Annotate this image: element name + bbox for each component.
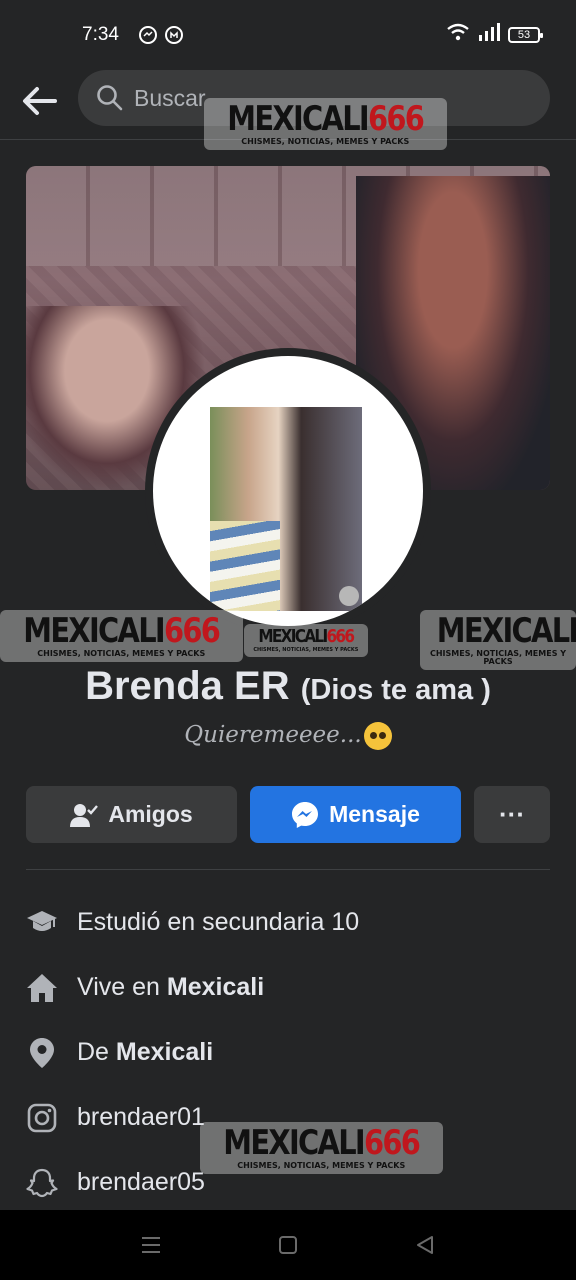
friends-label: Amigos (108, 801, 193, 827)
avatar (153, 356, 423, 626)
message-button[interactable]: Mensaje (250, 786, 461, 843)
status-time: 7:34 (82, 24, 119, 45)
graduation-cap-icon (26, 907, 58, 939)
menu-icon[interactable] (140, 1234, 162, 1261)
app-notification-icon (164, 26, 183, 44)
friends-check-icon (70, 803, 99, 827)
from-prefix: De (77, 1038, 116, 1066)
instagram-icon (26, 1102, 58, 1134)
divider (26, 869, 550, 870)
camera-icon[interactable] (339, 586, 359, 606)
detail-snapchat[interactable]: brendaer05 (26, 1150, 550, 1215)
profile-bio: Quieremeeee... (0, 722, 576, 750)
detail-from: De Mexicali (26, 1020, 550, 1085)
pleading-face-emoji-icon (363, 722, 392, 750)
detail-instagram[interactable]: brendaer01 (26, 1085, 550, 1150)
battery-icon: 53 (508, 27, 543, 43)
bio-text: Quieremeeee... (184, 722, 362, 748)
profile-picture[interactable] (145, 348, 431, 634)
education-text: Estudió en secundaria 10 (77, 908, 360, 936)
message-label: Mensaje (329, 801, 420, 827)
messenger-icon (292, 801, 319, 828)
home-icon (26, 972, 58, 1004)
profile-actions: Amigos Mensaje ··· (26, 786, 550, 843)
lives-in-city[interactable]: Mexicali (167, 973, 264, 1002)
watermark-logo: MEXICALI666 CHISMES, NOTICIAS, MEMES Y P… (420, 610, 576, 670)
signal-icon (478, 23, 500, 47)
home-button-icon[interactable] (277, 1234, 299, 1261)
watermark-logo: MEXICALI666 CHISMES, NOTICIAS, MEMES Y P… (204, 98, 447, 150)
messenger-notification-icon (138, 26, 157, 44)
profile-alternate-name: (Dios te ama ) (300, 674, 491, 706)
profile-name: Brenda ER (Dios te ama ) (0, 664, 576, 709)
instagram-handle[interactable]: brendaer01 (77, 1103, 205, 1132)
status-bar: 7:34 53 (0, 0, 576, 70)
friends-button[interactable]: Amigos (26, 786, 237, 843)
profile-name-main: Brenda ER (85, 664, 290, 708)
system-navigation-bar (0, 1210, 576, 1280)
search-icon (97, 85, 123, 111)
arrow-left-icon (23, 87, 57, 115)
snapchat-icon (26, 1167, 58, 1199)
from-city[interactable]: Mexicali (116, 1038, 213, 1067)
profile-details: Estudió en secundaria 10 Vive en Mexical… (26, 890, 550, 1215)
avatar-photo (210, 407, 362, 611)
wifi-icon (446, 23, 470, 47)
more-dots-icon: ··· (499, 799, 525, 829)
search-placeholder: Buscar (134, 84, 206, 111)
watermark-logo: MEXICALI666 CHISMES, NOTICIAS, MEMES Y P… (0, 610, 243, 662)
watermark-logo: MEXICALI666 CHISMES, NOTICIAS, MEMES Y P… (244, 624, 368, 657)
more-options-button[interactable]: ··· (474, 786, 550, 843)
location-pin-icon (26, 1037, 58, 1069)
detail-lives-in: Vive en Mexicali (26, 955, 550, 1020)
back-button[interactable] (18, 80, 60, 122)
back-triangle-icon[interactable] (414, 1234, 436, 1261)
lives-in-prefix: Vive en (77, 973, 167, 1001)
snapchat-handle[interactable]: brendaer05 (77, 1168, 205, 1197)
detail-education: Estudió en secundaria 10 (26, 890, 550, 955)
